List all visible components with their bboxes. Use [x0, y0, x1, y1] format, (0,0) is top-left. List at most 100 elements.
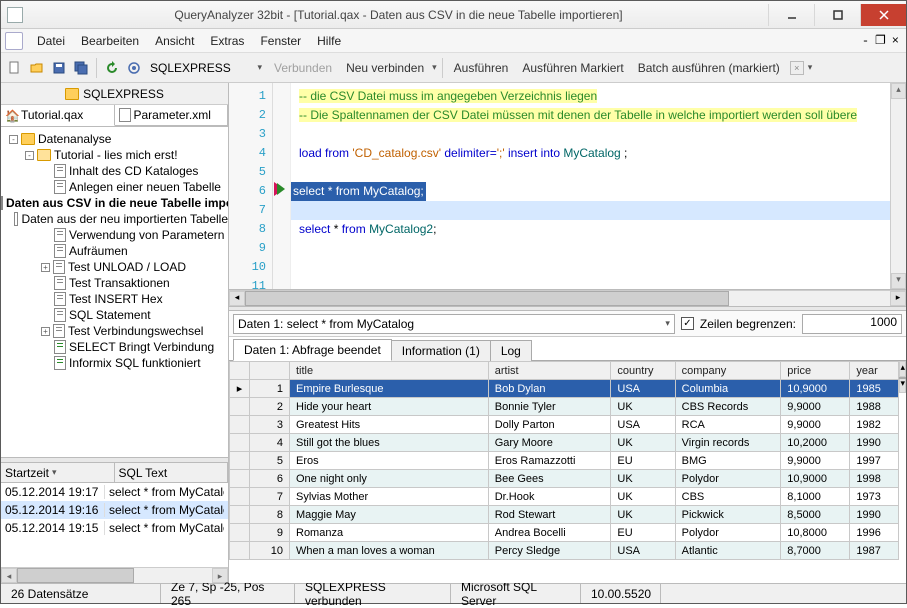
grid-cell[interactable]: 9,9000 [781, 416, 850, 434]
grid-cell[interactable]: Columbia [675, 380, 781, 398]
grid-cell[interactable]: 1982 [850, 416, 899, 434]
grid-cell[interactable]: Andrea Bocelli [488, 524, 611, 542]
grid-cell[interactable]: Atlantic [675, 542, 781, 560]
connection-dropdown[interactable]: SQLEXPRESS ▾ [146, 58, 266, 78]
grid-cell[interactable]: Bee Gees [488, 470, 611, 488]
menu-fenster[interactable]: Fenster [252, 31, 309, 51]
grid-cell[interactable]: Pickwick [675, 506, 781, 524]
grid-cell[interactable]: UK [611, 434, 675, 452]
grid-cell[interactable]: Dr.Hook [488, 488, 611, 506]
grid-cell[interactable]: Eros [290, 452, 489, 470]
grid-cell[interactable]: Hide your heart [290, 398, 489, 416]
grid-cell[interactable]: Maggie May [290, 506, 489, 524]
grid-cell[interactable]: UK [611, 398, 675, 416]
grid-cell[interactable]: 10,9000 [781, 380, 850, 398]
grid-cell[interactable]: Bonnie Tyler [488, 398, 611, 416]
grid-cell[interactable]: 9,9000 [781, 452, 850, 470]
connection-icon[interactable] [124, 58, 144, 78]
grid-cell[interactable]: USA [611, 542, 675, 560]
table-row[interactable]: 3Greatest HitsDolly PartonUSARCA9,900019… [230, 416, 899, 434]
grid-cell[interactable]: RCA [675, 416, 781, 434]
grid-cell[interactable]: 10,9000 [781, 470, 850, 488]
grid-cell[interactable]: 10,8000 [781, 524, 850, 542]
maximize-button[interactable] [814, 4, 860, 26]
close-button[interactable] [860, 4, 906, 26]
grid-cell[interactable]: Percy Sledge [488, 542, 611, 560]
scroll-thumb[interactable] [17, 568, 134, 583]
table-row[interactable]: 4Still got the bluesGary MooreUKVirgin r… [230, 434, 899, 452]
grid-cell[interactable]: BMG [675, 452, 781, 470]
toolbar-close-icon[interactable]: × [790, 61, 804, 75]
tree-item[interactable]: SELECT Bringt Verbindung [1, 339, 228, 355]
scroll-up-icon[interactable]: ▴ [899, 361, 906, 377]
tree-item[interactable]: +Test UNLOAD / LOAD [1, 259, 228, 275]
saveall-icon[interactable] [71, 58, 91, 78]
tree-item[interactable]: Aufräumen [1, 243, 228, 259]
limit-rows-checkbox[interactable]: ✓ [681, 317, 694, 330]
grid-cell[interactable]: 10,2000 [781, 434, 850, 452]
table-row[interactable]: 10When a man loves a womanPercy SledgeUS… [230, 542, 899, 560]
grid-cell[interactable]: Romanza [290, 524, 489, 542]
table-row[interactable]: 6One night onlyBee GeesUKPolydor10,90001… [230, 470, 899, 488]
app-menu-icon[interactable] [5, 32, 23, 50]
grid-cell[interactable]: UK [611, 506, 675, 524]
grid-column-header[interactable]: title [290, 362, 489, 380]
expand-icon[interactable]: - [9, 135, 18, 144]
grid-cell[interactable]: 8,1000 [781, 488, 850, 506]
tree-item[interactable]: Anlegen einer neuen Tabelle [1, 179, 228, 195]
editor-hscrollbar[interactable]: ◂ ▸ [229, 290, 906, 306]
grid-column-header[interactable]: country [611, 362, 675, 380]
results-grid[interactable]: titleartistcountrycompanypriceyear▸1Empi… [229, 361, 906, 583]
toolbar-overflow-icon[interactable]: ▾ [808, 62, 813, 73]
batch-execute-button[interactable]: Batch ausführen (markiert) [632, 61, 786, 75]
tree-item[interactable]: Test Transaktionen [1, 275, 228, 291]
grid-cell[interactable]: 1988 [850, 398, 899, 416]
expand-icon[interactable]: + [41, 327, 50, 336]
grid-cell[interactable]: Bob Dylan [488, 380, 611, 398]
refresh-icon[interactable] [102, 58, 122, 78]
grid-cell[interactable]: 1973 [850, 488, 899, 506]
grid-cell[interactable]: Gary Moore [488, 434, 611, 452]
menu-bearbeiten[interactable]: Bearbeiten [73, 31, 147, 51]
grid-vscrollbar[interactable]: ▴ ▾ [899, 361, 906, 583]
new-icon[interactable] [5, 58, 25, 78]
grid-cell[interactable]: 1996 [850, 524, 899, 542]
file-tab-parameter[interactable]: Parameter.xml [115, 105, 229, 126]
grid-cell[interactable]: 1990 [850, 506, 899, 524]
results-dropdown[interactable]: Daten 1: select * from MyCatalog ▾ [233, 314, 675, 334]
limit-rows-input[interactable]: 1000 [802, 314, 902, 334]
grid-cell[interactable]: Virgin records [675, 434, 781, 452]
tree-item[interactable]: -Tutorial - lies mich erst! [1, 147, 228, 163]
grid-cell[interactable]: 1990 [850, 434, 899, 452]
tab-data1[interactable]: Daten 1: Abfrage beendet [233, 339, 392, 361]
scroll-down-icon[interactable]: ▾ [891, 273, 906, 289]
grid-cell[interactable]: CBS Records [675, 398, 781, 416]
mdi-close-button[interactable]: × [889, 33, 902, 49]
tree-item[interactable]: SQL Statement [1, 307, 228, 323]
grid-cell[interactable]: Greatest Hits [290, 416, 489, 434]
scroll-down-icon[interactable]: ▾ [899, 377, 906, 393]
history-scrollbar[interactable]: ◂ ▸ [1, 567, 228, 583]
history-col-sql[interactable]: SQL Text [115, 463, 229, 482]
grid-cell[interactable]: EU [611, 452, 675, 470]
grid-cell[interactable]: Polydor [675, 524, 781, 542]
mdi-minimize-button[interactable]: - [859, 33, 872, 49]
table-row[interactable]: 9RomanzaAndrea BocelliEUPolydor10,800019… [230, 524, 899, 542]
tree-item[interactable]: +Test Verbindungswechsel [1, 323, 228, 339]
grid-cell[interactable]: EU [611, 524, 675, 542]
scroll-up-icon[interactable]: ▴ [891, 83, 906, 99]
history-row[interactable]: 05.12.2014 19:16select * from MyCatalog [1, 501, 228, 519]
scroll-left-icon[interactable]: ◂ [1, 568, 17, 583]
grid-cell[interactable]: One night only [290, 470, 489, 488]
grid-cell[interactable]: USA [611, 380, 675, 398]
grid-cell[interactable]: Eros Ramazzotti [488, 452, 611, 470]
grid-cell[interactable]: Dolly Parton [488, 416, 611, 434]
grid-cell[interactable]: 1997 [850, 452, 899, 470]
grid-cell[interactable]: Polydor [675, 470, 781, 488]
grid-cell[interactable]: Still got the blues [290, 434, 489, 452]
menu-hilfe[interactable]: Hilfe [309, 31, 349, 51]
grid-cell[interactable]: 9,9000 [781, 398, 850, 416]
history-row[interactable]: 05.12.2014 19:17select * from MyCatalog2 [1, 483, 228, 501]
tree-item[interactable]: Informix SQL funktioniert [1, 355, 228, 371]
execute-marked-button[interactable]: Ausführen Markiert [516, 61, 629, 75]
